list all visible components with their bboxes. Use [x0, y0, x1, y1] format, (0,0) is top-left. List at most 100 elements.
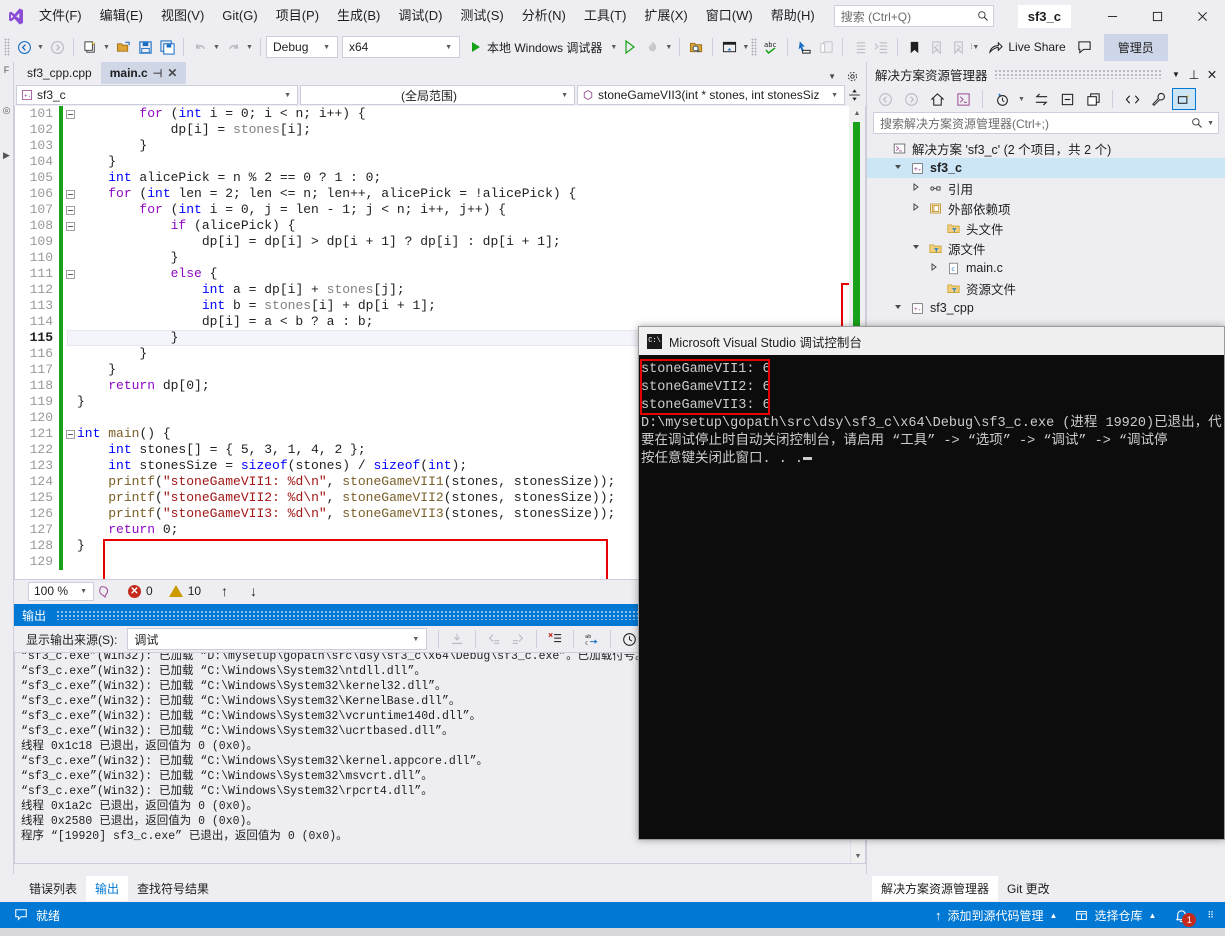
sync-with-active-document-icon[interactable] [1029, 88, 1053, 110]
fold-toggle-icon[interactable] [63, 458, 77, 474]
warning-count-indicator[interactable]: 10 [168, 584, 201, 598]
tree-item[interactable]: c main.c [867, 258, 1225, 278]
server-explorer-icon[interactable]: ◎ [0, 105, 13, 116]
pin-icon[interactable]: ⊥ [1185, 67, 1203, 82]
tree-expander-icon[interactable] [927, 263, 941, 273]
show-all-files-icon[interactable] [1081, 88, 1105, 110]
tab-git-changes[interactable]: Git 更改 [998, 876, 1059, 901]
live-share-button[interactable]: Live Share [980, 35, 1073, 59]
menu-file[interactable]: 文件(F) [30, 3, 91, 29]
tab-settings-icon[interactable] [847, 71, 858, 82]
code-line[interactable]: 113 int b = stones[i] + dp[i + 1]; [15, 298, 615, 314]
menu-analyze[interactable]: 分析(N) [513, 3, 575, 29]
code-line[interactable]: 114 dp[i] = a < b ? a : b; [15, 314, 615, 330]
nav-scope-combo[interactable]: (全局范围) ▼ [300, 85, 575, 105]
fold-toggle-icon[interactable] [63, 442, 77, 458]
tab-error-list[interactable]: 错误列表 [20, 876, 86, 901]
menu-test[interactable]: 测试(S) [451, 3, 512, 29]
new-project-icon[interactable] [79, 35, 101, 59]
code-line[interactable]: 101 for (int i = 0; i < n; i++) { [15, 106, 615, 122]
tree-expander-icon[interactable] [909, 203, 923, 213]
tree-expander-icon[interactable] [891, 163, 905, 173]
window-maximize-button[interactable] [1135, 0, 1180, 32]
fold-toggle-icon[interactable] [63, 474, 77, 490]
fold-toggle-icon[interactable] [63, 202, 77, 218]
fold-toggle-icon[interactable] [63, 330, 77, 346]
pending-changes-icon[interactable] [990, 88, 1014, 110]
menu-window[interactable]: 窗口(W) [697, 3, 762, 29]
profiler-dropdown-icon[interactable]: ▼ [663, 35, 674, 59]
start-debugging-dropdown-icon[interactable]: ▼ [608, 35, 619, 59]
tree-item[interactable]: 解决方案 'sf3_c' (2 个项目，共 2 个) [867, 138, 1225, 158]
save-icon[interactable] [134, 35, 156, 59]
code-line[interactable]: 111 else { [15, 266, 615, 282]
properties-icon[interactable] [1146, 88, 1170, 110]
tree-expander-icon[interactable] [909, 243, 923, 253]
start-without-debugging-icon[interactable] [619, 35, 641, 59]
tree-item[interactable]: 外部依赖项 [867, 198, 1225, 218]
tree-item[interactable]: +₊ sf3_c [867, 158, 1225, 178]
resize-grip-icon[interactable]: ⠿ [1207, 910, 1215, 921]
solution-icon[interactable] [951, 88, 975, 110]
fold-toggle-icon[interactable] [63, 362, 77, 378]
panel-drag-handle[interactable] [993, 69, 1161, 79]
code-line[interactable]: 120 [15, 410, 615, 426]
fold-toggle-icon[interactable] [63, 506, 77, 522]
error-count-indicator[interactable]: ✕ 0 [128, 584, 153, 598]
code-line[interactable]: 125 printf("stoneGameVII2: %d\n", stoneG… [15, 490, 615, 506]
tree-item[interactable]: 资源文件 [867, 278, 1225, 298]
view-code-icon[interactable] [1120, 88, 1144, 110]
next-issue-icon[interactable]: ↓ [250, 583, 257, 599]
scroll-up-arrow-icon[interactable]: ▲ [849, 106, 865, 120]
code-line[interactable]: 117 } [15, 362, 615, 378]
fold-toggle-icon[interactable] [63, 154, 77, 170]
menu-build[interactable]: 生成(B) [328, 3, 389, 29]
clear-output-icon[interactable] [544, 627, 566, 651]
fold-toggle-icon[interactable] [63, 554, 77, 570]
code-line[interactable]: 119} [15, 394, 615, 410]
nav-member-combo[interactable]: stoneGameVII3(int * stones, int stonesSi… [577, 85, 845, 105]
code-line[interactable]: 126 printf("stoneGameVII3: %d\n", stoneG… [15, 506, 615, 522]
tree-item[interactable]: +₊ sf3_cpp [867, 298, 1225, 318]
window-close-button[interactable] [1180, 0, 1225, 32]
fold-toggle-icon[interactable] [63, 218, 77, 234]
menu-git[interactable]: Git(G) [213, 3, 266, 29]
collapse-all-icon[interactable] [1055, 88, 1079, 110]
code-line[interactable]: 115 } [15, 330, 615, 346]
chevron-down-icon[interactable]: ▼ [1203, 120, 1214, 127]
toggle-bookmark-icon[interactable] [903, 35, 925, 59]
notifications-button[interactable]: 1 [1174, 908, 1197, 927]
pending-changes-dropdown-icon[interactable]: ▼ [1016, 87, 1027, 111]
code-line[interactable]: 112 int a = dp[i] + stones[j]; [15, 282, 615, 298]
close-icon[interactable]: ✕ [167, 66, 177, 80]
menu-extensions[interactable]: 扩展(X) [635, 3, 696, 29]
fold-toggle-icon[interactable] [63, 410, 77, 426]
tab-sf3-cpp[interactable]: sf3_cpp.cpp [18, 62, 101, 84]
code-line[interactable]: 110 } [15, 250, 615, 266]
toolbox-collapse-icon[interactable]: F [0, 65, 13, 75]
navigate-backward-dropdown-icon[interactable]: ▼ [35, 35, 46, 59]
save-all-icon[interactable] [156, 35, 178, 59]
menu-help[interactable]: 帮助(H) [762, 3, 824, 29]
fold-toggle-icon[interactable] [63, 490, 77, 506]
fold-toggle-icon[interactable] [63, 426, 77, 442]
fold-toggle-icon[interactable] [63, 106, 77, 122]
home-icon[interactable] [925, 88, 949, 110]
fold-toggle-icon[interactable] [63, 314, 77, 330]
live-preview-icon[interactable] [718, 35, 740, 59]
toolbox-icon[interactable]: ▶ [0, 150, 13, 161]
tab-find-symbol-results[interactable]: 查找符号结果 [128, 876, 218, 901]
nav-project-combo[interactable]: +₊ sf3_c ▼ [16, 85, 298, 105]
scroll-down-arrow-icon[interactable]: ▼ [851, 849, 865, 863]
new-project-dropdown-icon[interactable]: ▼ [101, 35, 112, 59]
code-line[interactable]: 108 if (alicePick) { [15, 218, 615, 234]
toolbar-overflow-icon[interactable]: ⁞▼ [969, 35, 980, 59]
tab-list-dropdown-icon[interactable]: ▼ [828, 72, 836, 81]
code-line[interactable]: 107 for (int i = 0, j = len - 1; j < n; … [15, 202, 615, 218]
open-file-icon[interactable] [112, 35, 134, 59]
code-line[interactable]: 122 int stones[] = { 5, 3, 1, 4, 2 }; [15, 442, 615, 458]
window-minimize-button[interactable] [1090, 0, 1135, 32]
debug-console-window[interactable]: C:\ Microsoft Visual Studio 调试控制台 stoneG… [638, 326, 1225, 840]
close-icon[interactable]: ✕ [1203, 67, 1221, 82]
fold-toggle-icon[interactable] [63, 282, 77, 298]
